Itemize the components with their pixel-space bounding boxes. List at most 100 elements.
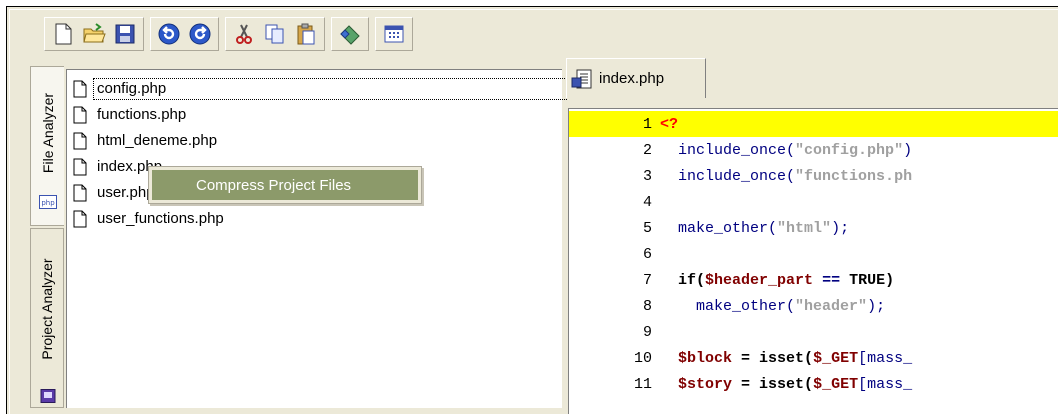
toolbar <box>44 15 419 53</box>
build-button[interactable] <box>336 20 364 48</box>
code-line: 4 <box>569 189 1058 215</box>
undo-button[interactable] <box>155 20 183 48</box>
svg-text:php: php <box>41 199 55 207</box>
file-icon <box>73 80 87 98</box>
project-icon <box>40 389 56 403</box>
toolbar-group-clipboard <box>225 17 325 51</box>
undo-icon <box>158 23 180 45</box>
tab-file-analyzer-label: File Analyzer <box>39 93 56 174</box>
php-document-icon <box>571 69 592 88</box>
cut-icon <box>236 24 252 44</box>
line-code: include_once("config.php") <box>654 142 912 159</box>
line-number: 11 <box>633 375 652 393</box>
code-token: = <box>732 349 760 367</box>
code-line: 9 <box>569 319 1058 345</box>
code-token: [mass_ <box>858 375 913 393</box>
tab-file-analyzer[interactable]: File Analyzer php <box>30 66 64 226</box>
code-token: == <box>813 271 850 289</box>
code-line: 8 make_other("header"); <box>569 293 1058 319</box>
grid-view-icon <box>384 25 404 43</box>
save-icon <box>115 24 135 44</box>
code-line: 7 if($header_part == TRUE) <box>569 267 1058 293</box>
line-code: if($header_part == TRUE) <box>654 272 894 289</box>
code-token: $block <box>678 349 733 367</box>
paste-button[interactable] <box>292 20 320 48</box>
line-code: $story = isset($_GET[mass_ <box>654 376 912 393</box>
line-number: 9 <box>642 323 652 341</box>
line-number: 3 <box>642 167 652 185</box>
file-item-functions[interactable]: functions.php <box>73 102 565 128</box>
line-number: 8 <box>642 297 652 315</box>
file-icon <box>73 158 87 176</box>
code-token: "config.php" <box>795 141 904 159</box>
file-item-html-deneme[interactable]: html_deneme.php <box>73 128 565 154</box>
code-token: $header_part <box>705 271 814 289</box>
code-token: ); <box>867 297 886 315</box>
code-token: TRUE) <box>849 271 895 289</box>
code-token: "header" <box>795 297 868 315</box>
line-number: 1 <box>642 115 652 133</box>
file-name: functions.php <box>97 106 187 123</box>
file-name: config.php <box>93 78 567 100</box>
toolbar-group-file <box>44 17 144 51</box>
code-editor[interactable]: 1 <? 2 include_once("config.php") 3 incl… <box>568 108 1058 414</box>
line-code: <? <box>654 116 678 133</box>
code-token: "html" <box>777 219 832 237</box>
grid-view-button[interactable] <box>380 20 408 48</box>
tab-project-analyzer-label: Project Analyzer <box>39 258 55 360</box>
menu-item-compress-project-files[interactable]: Compress Project Files <box>152 170 418 200</box>
file-icon <box>73 132 87 150</box>
copy-button[interactable] <box>261 20 289 48</box>
line-code: include_once("functions.ph <box>654 168 912 185</box>
line-number: 10 <box>633 349 652 367</box>
file-name: html_deneme.php <box>97 132 218 149</box>
code-line: 2 include_once("config.php") <box>569 137 1058 163</box>
file-icon <box>73 106 87 124</box>
paste-icon <box>297 23 315 45</box>
code-token: = <box>732 375 760 393</box>
line-code: make_other("header"); <box>654 298 885 315</box>
code-token: isset( <box>759 375 814 393</box>
editor-tab-strip: index.php <box>566 58 1058 98</box>
code-token: make_other( <box>678 219 778 237</box>
redo-button[interactable] <box>186 20 214 48</box>
open-folder-button[interactable] <box>80 20 108 48</box>
toolbar-group-view <box>375 17 413 51</box>
code-line: 10 $block = isset($_GET[mass_ <box>569 345 1058 371</box>
code-line: 6 <box>569 241 1058 267</box>
line-number: 5 <box>642 219 652 237</box>
code-token: isset( <box>759 349 814 367</box>
code-token: <? <box>660 115 679 133</box>
file-list-panel: config.php functions.php html_deneme.php… <box>66 69 567 408</box>
cut-button[interactable] <box>230 20 258 48</box>
code-line: 3 include_once("functions.ph <box>569 163 1058 189</box>
code-token: include_once( <box>678 141 796 159</box>
code-token: $story <box>678 375 733 393</box>
file-name: user_functions.php <box>97 210 224 227</box>
context-menu: Compress Project Files <box>148 166 422 204</box>
file-item-config[interactable]: config.php <box>73 76 567 102</box>
tab-label: index.php <box>599 70 665 87</box>
code-token: make_other( <box>696 297 796 315</box>
build-icon <box>340 25 360 45</box>
file-list: config.php functions.php html_deneme.php… <box>73 76 567 232</box>
code-token: ) <box>903 141 913 159</box>
code-line: 5 make_other("html"); <box>569 215 1058 241</box>
line-number: 7 <box>642 271 652 289</box>
php-file-icon: php <box>39 195 57 209</box>
file-name: user.php <box>97 184 155 201</box>
file-icon <box>73 210 87 228</box>
tab-index-php[interactable]: index.php <box>566 58 706 98</box>
code-token: ); <box>831 219 850 237</box>
code-token: include_once( <box>678 167 796 185</box>
tab-project-analyzer[interactable]: Project Analyzer <box>30 228 64 408</box>
line-number: 6 <box>642 245 652 263</box>
code-line: 1 <? <box>569 111 1058 137</box>
file-item-user-functions[interactable]: user_functions.php <box>73 206 565 232</box>
new-file-button[interactable] <box>49 20 77 48</box>
redo-icon <box>189 23 211 45</box>
code-token: if( <box>678 271 706 289</box>
side-tab-strip: File Analyzer php Project Analyzer <box>30 58 66 408</box>
code-token: [mass_ <box>858 349 913 367</box>
save-button[interactable] <box>111 20 139 48</box>
